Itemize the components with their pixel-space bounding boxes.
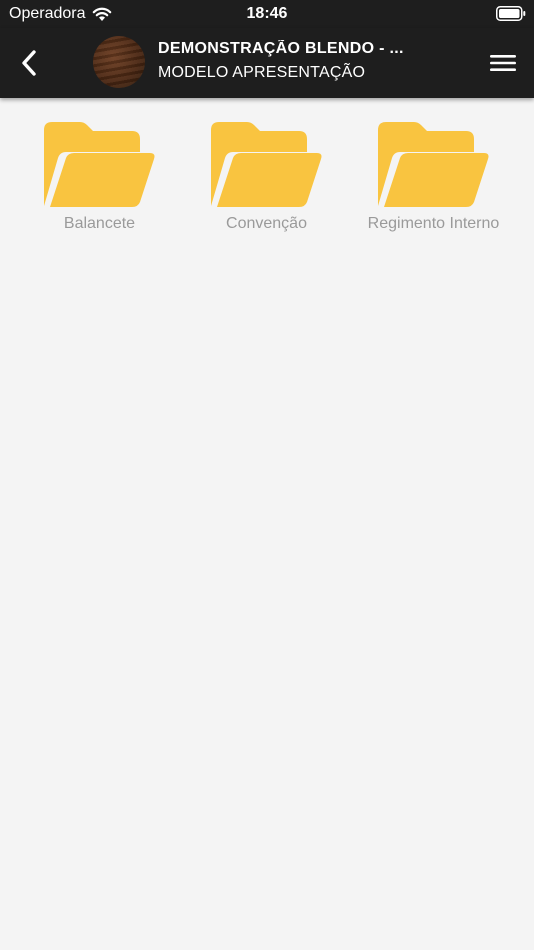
header-title-block: DEMONSTRAÇÃO BLENDO - ... MODELO APRESEN… xyxy=(158,40,428,82)
folder-icon xyxy=(377,122,488,207)
status-time: 18:46 xyxy=(246,5,288,22)
back-button[interactable] xyxy=(14,45,44,81)
folder-label: Convenção xyxy=(226,215,307,232)
page-subtitle: MODELO APRESENTAÇÃO xyxy=(158,64,366,81)
battery-icon xyxy=(496,6,526,21)
menu-button[interactable] xyxy=(488,48,518,78)
avatar-texture xyxy=(93,36,145,88)
page-title: DEMONSTRAÇÃO BLENDO - ... xyxy=(158,40,404,57)
navigation-bar: DEMONSTRAÇÃO BLENDO - ... MODELO APRESEN… xyxy=(0,28,534,98)
chevron-left-icon xyxy=(22,50,36,76)
folder-icon xyxy=(43,122,154,207)
avatar xyxy=(93,36,145,88)
hamburger-menu-icon xyxy=(490,55,516,71)
folder-label: Regimento Interno xyxy=(367,215,500,232)
folder-item-convencao[interactable]: Convenção xyxy=(183,118,350,233)
folder-label: Balancete xyxy=(63,215,136,232)
folder-item-regimento-interno[interactable]: Regimento Interno xyxy=(350,118,517,233)
folder-grid: Balancete Convenção Regimento Interno xyxy=(16,118,518,233)
status-bar: Operadora 18:46 xyxy=(0,0,534,28)
folder-icon xyxy=(210,122,321,207)
folder-item-balancete[interactable]: Balancete xyxy=(16,118,183,233)
